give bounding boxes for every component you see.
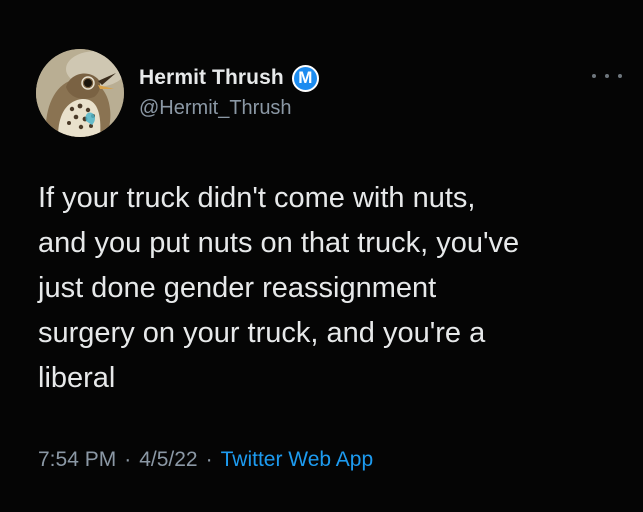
display-name[interactable]: Hermit Thrush bbox=[139, 66, 284, 90]
author-name-row: Hermit Thrush M bbox=[139, 64, 319, 92]
more-horizontal-icon[interactable] bbox=[592, 68, 622, 84]
tweet-date[interactable]: 4/5/22 bbox=[139, 448, 197, 472]
user-handle[interactable]: @Hermit_Thrush bbox=[139, 97, 292, 120]
tweet-time[interactable]: 7:54 PM bbox=[38, 448, 116, 472]
meta-separator: · bbox=[124, 448, 132, 471]
more-dot-icon bbox=[592, 74, 596, 78]
tweet-meta: 7:54 PM · 4/5/22 · Twitter Web App bbox=[38, 448, 373, 472]
tweet-source-link[interactable]: Twitter Web App bbox=[221, 448, 374, 472]
tweet-text: If your truck didn't come with nuts, and… bbox=[38, 182, 520, 394]
hermit-thrush-bird-icon bbox=[36, 49, 124, 137]
meta-separator: · bbox=[205, 448, 213, 471]
tweet-card: Hermit Thrush M @Hermit_Thrush If your t… bbox=[0, 0, 643, 512]
m-badge-icon: M bbox=[291, 64, 319, 92]
more-dot-icon bbox=[618, 74, 622, 78]
more-dot-icon bbox=[605, 74, 609, 78]
avatar[interactable] bbox=[36, 49, 124, 137]
